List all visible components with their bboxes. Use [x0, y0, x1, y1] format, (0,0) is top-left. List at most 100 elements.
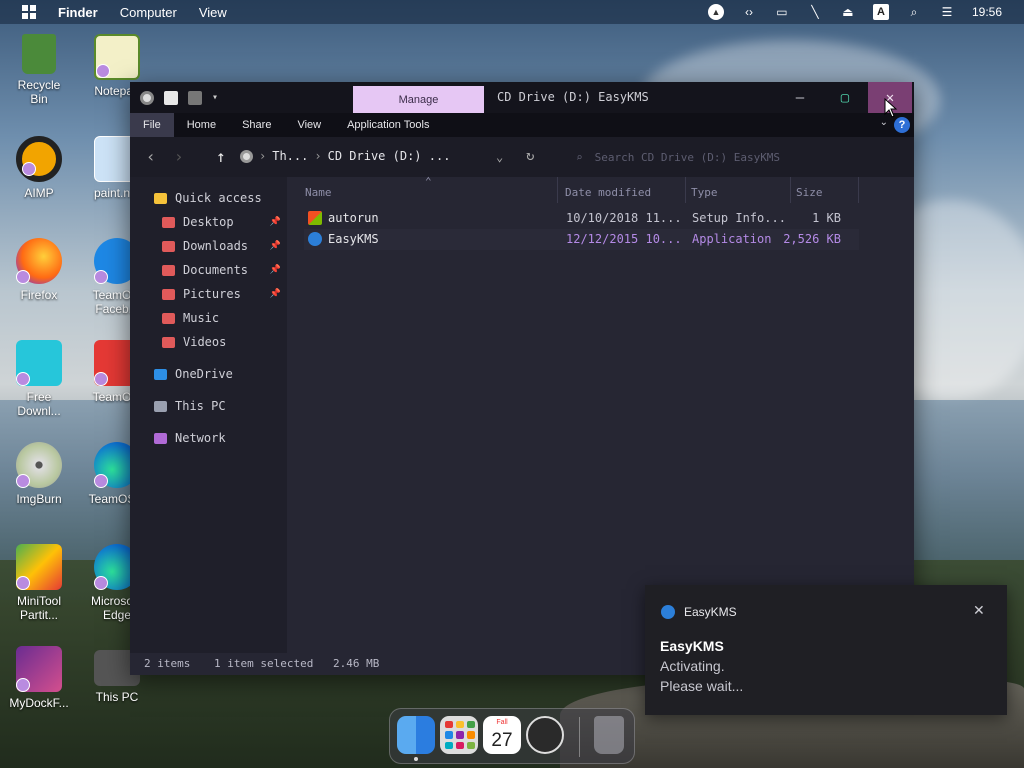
eject-alt-icon[interactable]: ⏏ — [840, 4, 856, 20]
column-separator[interactable] — [557, 177, 558, 203]
up-icon[interactable]: ↑ — [216, 147, 226, 166]
tab-application-tools[interactable]: Application Tools — [334, 113, 442, 137]
expand-ribbon-icon[interactable]: ⌄ — [880, 117, 888, 128]
desktop-icon-free-download[interactable]: Free Downl... — [0, 340, 78, 418]
back-icon[interactable]: ‹ — [146, 147, 156, 166]
file-row[interactable]: EasyKMS 12/12/2015 10... Application 2,526 … — [304, 229, 859, 250]
breadcrumb-separator: › — [314, 149, 322, 163]
code-icon[interactable]: ‹› — [741, 4, 757, 20]
finder-icon[interactable] — [397, 716, 435, 754]
star-icon — [154, 192, 167, 204]
customize-toolbar-icon[interactable]: ▾ — [212, 92, 218, 103]
recycle-bin-icon — [22, 34, 56, 74]
breadcrumb-item[interactable]: Th... — [272, 149, 308, 163]
col-type[interactable]: Type — [691, 181, 718, 203]
menu-computer[interactable]: Computer — [120, 5, 177, 20]
tab-share[interactable]: Share — [229, 113, 284, 137]
refresh-icon[interactable]: ↻ — [526, 148, 534, 164]
file-row[interactable]: autorun 10/10/2018 11... Setup Info... 1 KB — [304, 208, 859, 229]
col-date-modified[interactable]: Date modified — [565, 181, 651, 203]
col-name[interactable]: Name — [305, 181, 332, 203]
search-field[interactable]: ⌕ Search CD Drive (D:) EasyKMS — [570, 145, 900, 169]
nav-label: Videos — [183, 335, 227, 349]
tab-manage[interactable]: Manage — [353, 86, 484, 113]
free-download-manager-icon — [16, 340, 62, 386]
nav-network[interactable]: Network — [130, 427, 287, 449]
desktop-icon-mydock[interactable]: MyDockF... — [0, 646, 78, 710]
nav-quick-access[interactable]: Quick access — [130, 187, 287, 209]
shortcut-arrow-icon — [96, 64, 110, 78]
help-icon[interactable]: ? — [894, 117, 910, 133]
breadcrumb-item[interactable]: CD Drive (D:) ... — [328, 149, 451, 163]
tab-file[interactable]: File — [130, 113, 174, 137]
minimize-button[interactable]: — — [778, 82, 822, 113]
file-date: 12/12/2015 10... — [566, 232, 682, 246]
nav-pictures[interactable]: Pictures 📌 — [130, 283, 287, 305]
mydock-icon — [16, 646, 62, 692]
nav-music[interactable]: Music — [130, 307, 287, 329]
address-dropdown-icon[interactable]: ⌄ — [496, 150, 503, 164]
shortcut-arrow-icon — [94, 270, 108, 284]
input-language-icon[interactable]: A — [872, 4, 889, 20]
desktop-icon-firefox[interactable]: Firefox — [0, 238, 78, 302]
ribbon-tabs: File Home Share View Application Tools ⌄… — [130, 113, 914, 137]
control-center-icon[interactable]: ☰ — [939, 4, 955, 20]
notification-toast[interactable]: EasyKMS ✕ EasyKMS Activating. Please wai… — [645, 585, 1007, 715]
new-folder-icon[interactable] — [188, 90, 202, 105]
network-icon — [154, 432, 167, 444]
file-name: autorun — [328, 211, 379, 225]
menu-view[interactable]: View — [199, 5, 227, 20]
monitor-icon[interactable]: ▭ — [774, 4, 790, 20]
nav-onedrive[interactable]: OneDrive — [130, 363, 287, 385]
desktop-icon-aimp[interactable]: AIMP — [0, 136, 78, 200]
toast-title: EasyKMS — [660, 638, 724, 654]
nav-videos[interactable]: Videos — [130, 331, 287, 353]
folder-icon — [162, 264, 175, 276]
properties-icon[interactable] — [164, 90, 178, 105]
shortcut-arrow-icon — [94, 474, 108, 488]
launchpad-icon[interactable] — [440, 716, 478, 754]
nav-desktop[interactable]: Desktop 📌 — [130, 211, 287, 233]
nav-documents[interactable]: Documents 📌 — [130, 259, 287, 281]
nav-label: Desktop — [183, 215, 234, 229]
nav-this-pc[interactable]: This PC — [130, 395, 287, 417]
clock[interactable]: 19:56 — [972, 5, 1002, 19]
shortcut-arrow-icon — [16, 270, 30, 284]
easykms-icon — [661, 605, 675, 619]
column-separator[interactable] — [858, 177, 859, 203]
running-indicator — [414, 757, 418, 761]
tab-home[interactable]: Home — [174, 113, 229, 137]
desktop-icon-imgburn[interactable]: ImgBurn — [0, 442, 78, 506]
toast-app-name: EasyKMS — [684, 605, 737, 619]
breadcrumb[interactable]: › Th... › CD Drive (D:) ... — [240, 149, 450, 163]
maximize-button[interactable]: ▢ — [823, 82, 867, 113]
forward-icon[interactable]: › — [174, 147, 184, 166]
desktop-icon-label: This PC — [95, 690, 139, 704]
eject-icon[interactable]: ▲ — [707, 4, 724, 20]
col-size[interactable]: Size — [796, 181, 823, 203]
tab-view[interactable]: View — [284, 113, 334, 137]
desktop-icon-minitool[interactable]: MiniTool Partit... — [0, 544, 78, 622]
windows-logo-icon[interactable] — [22, 5, 36, 19]
menu-finder[interactable]: Finder — [58, 5, 98, 20]
network-off-icon[interactable]: ╲ — [807, 4, 823, 20]
trash-icon[interactable] — [594, 716, 624, 754]
clock-icon[interactable] — [526, 716, 564, 754]
window-title: CD Drive (D:) EasyKMS — [497, 90, 649, 104]
file-size: 2,526 KB — [783, 232, 841, 246]
calendar-day: 27 — [491, 730, 513, 751]
desktop-icon-recycle-bin[interactable]: Recycle Bin — [0, 34, 78, 106]
mouse-cursor-icon — [884, 98, 898, 118]
nav-label: Downloads — [183, 239, 249, 253]
disc-icon[interactable] — [140, 90, 154, 105]
nav-label: Documents — [183, 263, 249, 277]
title-bar[interactable]: ▾ Manage CD Drive (D:) EasyKMS — ▢ ✕ — [130, 82, 914, 113]
column-separator[interactable] — [685, 177, 686, 203]
aimp-icon — [16, 136, 62, 182]
nav-downloads[interactable]: Downloads 📌 — [130, 235, 287, 257]
close-icon[interactable]: ✕ — [973, 602, 985, 619]
column-separator[interactable] — [790, 177, 791, 203]
calendar-icon[interactable]: Fall 27 — [483, 716, 521, 754]
nav-label: Quick access — [175, 191, 262, 205]
search-icon[interactable]: ⌕ — [906, 4, 922, 20]
